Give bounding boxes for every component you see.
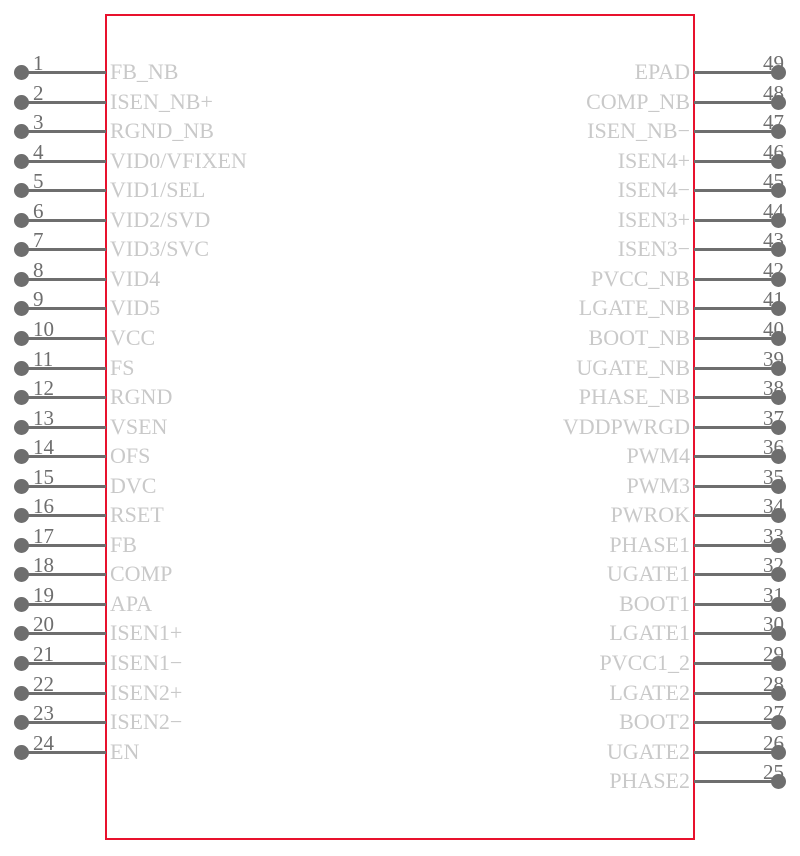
pin-number: 40 bbox=[763, 316, 784, 341]
pin-label: PHASE2 bbox=[609, 768, 690, 794]
pin-label: VDDPWRGD bbox=[562, 413, 690, 439]
pin-label: PWM4 bbox=[626, 443, 690, 469]
pin-label: PWM3 bbox=[626, 472, 690, 498]
pin-48: 48 COMP_NB bbox=[0, 82, 800, 118]
pin-label: ISEN4− bbox=[617, 177, 690, 203]
pin-label: UGATE1 bbox=[606, 561, 690, 587]
pin-label: UGATE2 bbox=[606, 738, 690, 764]
pin-32: 32 UGATE1 bbox=[0, 555, 800, 590]
pin-number: 43 bbox=[763, 228, 784, 253]
pin-number: 38 bbox=[763, 376, 784, 401]
pin-label: ISEN4+ bbox=[617, 147, 690, 173]
pin-label: PVCC1_2 bbox=[599, 650, 690, 675]
pin-43: 43 ISEN3− bbox=[0, 230, 800, 265]
pin-label: BOOT2 bbox=[619, 709, 690, 735]
pin-49: 49 EPAD bbox=[0, 53, 800, 88]
pin-label: LGATE1 bbox=[609, 620, 690, 646]
pin-label: PHASE_NB bbox=[578, 384, 690, 410]
pin-45: 45 ISEN4− bbox=[0, 171, 800, 206]
pin-label: EPAD bbox=[634, 59, 690, 84]
pin-28: 28 LGATE2 bbox=[0, 673, 800, 709]
pin-33: 33 PHASE1 bbox=[0, 525, 800, 561]
pin-number: 29 bbox=[763, 642, 784, 666]
pin-number: 36 bbox=[763, 435, 784, 460]
pin-label: ISEN3+ bbox=[617, 206, 690, 232]
pin-label: LGATE_NB bbox=[578, 295, 690, 321]
pin-label: PHASE1 bbox=[609, 531, 690, 557]
pin-label: PWROK bbox=[610, 502, 690, 528]
pin-number: 44 bbox=[763, 198, 784, 223]
pin-label: BOOT_NB bbox=[588, 324, 690, 350]
pin-label: LGATE2 bbox=[609, 679, 690, 705]
pin-number: 45 bbox=[763, 169, 784, 194]
pin-label: COMP_NB bbox=[586, 88, 690, 114]
pin-number: 31 bbox=[763, 582, 784, 607]
pin-number: 42 bbox=[763, 257, 784, 282]
pin-29: 29 PVCC1_2 bbox=[0, 644, 800, 679]
pin-number: 48 bbox=[763, 80, 784, 105]
pin-27: 27 BOOT2 bbox=[0, 703, 800, 738]
pin-46: 46 ISEN4+ bbox=[0, 141, 800, 177]
pin-label: ISEN3− bbox=[617, 236, 690, 262]
pin-label: UGATE_NB bbox=[576, 354, 690, 380]
pin-number: 25 bbox=[763, 760, 784, 785]
pin-31: 31 BOOT1 bbox=[0, 584, 800, 620]
pin-38: 38 PHASE_NB bbox=[0, 378, 800, 413]
pin-39: 39 UGATE_NB bbox=[0, 348, 800, 384]
pin-number: 35 bbox=[763, 464, 784, 489]
pin-number: 47 bbox=[763, 110, 784, 135]
pin-number: 49 bbox=[763, 51, 784, 75]
pin-44: 44 ISEN3+ bbox=[0, 200, 800, 236]
pin-label: BOOT1 bbox=[619, 590, 690, 616]
pin-34: 34 PWROK bbox=[0, 496, 800, 531]
pin-30: 30 LGATE1 bbox=[0, 614, 800, 649]
ic-pinout-diagram: 1 FB_NB 2 ISEN_NB+ 3 RGND_NB 4 VID0/VFIXEN 5 VID1… bbox=[0, 0, 800, 856]
pin-41: 41 LGATE_NB bbox=[0, 289, 800, 324]
pin-26: 26 UGATE2 bbox=[0, 732, 800, 768]
pin-number: 33 bbox=[763, 523, 784, 548]
pin-number: 46 bbox=[763, 139, 784, 164]
pin-number: 32 bbox=[763, 553, 784, 578]
pin-35: 35 PWM3 bbox=[0, 466, 800, 502]
pin-label: PVCC_NB bbox=[590, 265, 690, 291]
pin-number: 34 bbox=[763, 494, 784, 519]
pin-number: 41 bbox=[763, 287, 784, 312]
pin-number: 27 bbox=[763, 701, 784, 726]
pin-47: 47 ISEN_NB− bbox=[0, 112, 800, 147]
pin-number: 39 bbox=[763, 346, 784, 371]
pin-36: 36 PWM4 bbox=[0, 437, 800, 472]
pin-number: 30 bbox=[763, 612, 784, 637]
pin-25: 25 PHASE2 bbox=[0, 762, 800, 797]
pin-37: 37 VDDPWRGD bbox=[0, 407, 800, 443]
pin-42: 42 PVCC_NB bbox=[0, 259, 800, 295]
pin-number: 28 bbox=[763, 671, 784, 696]
pin-number: 37 bbox=[763, 405, 784, 430]
pin-label: ISEN_NB− bbox=[587, 118, 690, 144]
pin-40: 40 BOOT_NB bbox=[0, 318, 800, 354]
pin-number: 26 bbox=[763, 730, 784, 755]
